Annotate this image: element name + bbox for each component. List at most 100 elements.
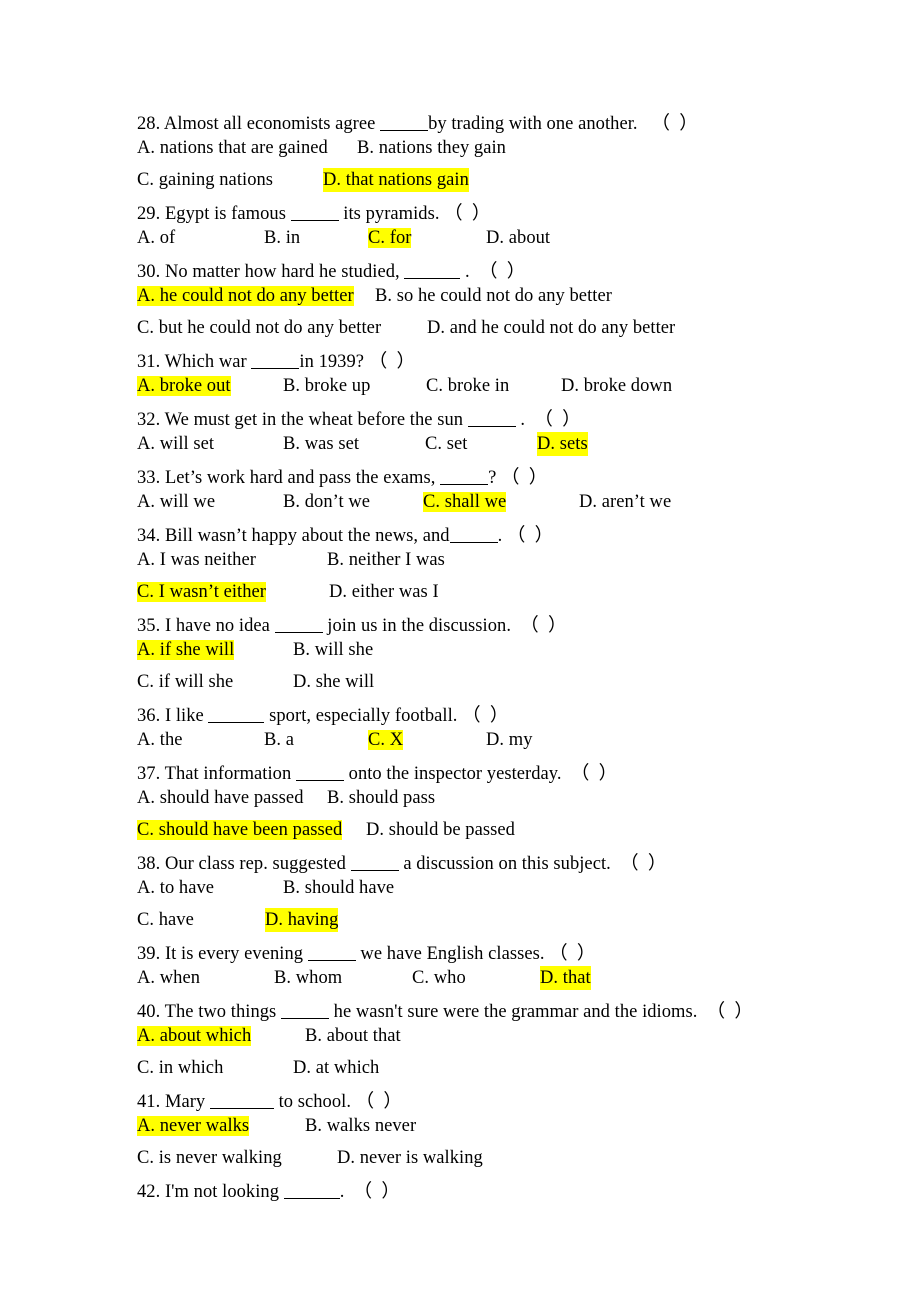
question-stem-text: 33. Let’s work hard and pass the exams,	[137, 468, 441, 488]
option-b[interactable]: B. about that	[305, 1024, 401, 1048]
option-c[interactable]: C. in which	[137, 1056, 293, 1080]
option-d[interactable]: D. sets	[537, 432, 588, 456]
option-c[interactable]: C. who	[412, 966, 540, 990]
document-page: 28. Almost all economists agree by tradi…	[0, 0, 920, 1302]
question-stem-text: 29. Egypt is famous	[137, 204, 291, 224]
answer-blank	[380, 116, 429, 131]
answer-blank	[283, 1184, 340, 1199]
option-a[interactable]: A. should have passed	[137, 786, 327, 810]
answer-marker: （ ）	[444, 204, 491, 224]
option-a[interactable]: A. will set	[137, 432, 283, 456]
option-row: C. have D. having	[137, 908, 920, 932]
answer-blank	[440, 470, 489, 485]
option-d[interactable]: D. aren’t we	[579, 490, 671, 514]
option-d[interactable]: D. having	[265, 908, 339, 932]
option-row: C. gaining nations D. that nations gain	[137, 168, 920, 192]
option-a[interactable]: A. broke out	[137, 376, 231, 396]
option-a[interactable]: A. will we	[137, 490, 283, 514]
question-stem-text: 28. Almost all economists agree	[137, 114, 381, 134]
option-row: A. to have B. should have	[137, 876, 920, 900]
option-b[interactable]: B. so he could not do any better	[375, 284, 612, 308]
question-stem-text: 41. Mary	[137, 1092, 210, 1112]
option-b[interactable]: B. a	[264, 728, 368, 752]
option-d[interactable]: D. at which	[293, 1056, 379, 1080]
answer-marker: （ ）	[706, 1002, 753, 1022]
option-b[interactable]: B. was set	[283, 432, 425, 456]
option-a[interactable]: A. about which	[137, 1026, 252, 1046]
option-b[interactable]: B. broke up	[283, 374, 426, 398]
option-row: A. nations that are gained B. nations the…	[137, 136, 920, 160]
option-c[interactable]: C. if will she	[137, 670, 293, 694]
question-stem-text: 38. Our class rep. suggested	[137, 854, 351, 874]
answer-blank	[251, 354, 300, 369]
option-c[interactable]: C. have	[137, 908, 265, 932]
question-stem-text-after: join us in the discussion.	[322, 616, 512, 636]
option-row: C. if will she D. she will	[137, 670, 920, 694]
question-stem-text: 39. It is every evening	[137, 944, 308, 964]
option-c[interactable]: C. I wasn’t either	[137, 582, 266, 602]
option-b[interactable]: B. should pass	[327, 786, 435, 810]
option-c[interactable]: C. for	[368, 228, 412, 248]
option-c[interactable]: C. but he could not do any better	[137, 316, 427, 340]
option-d[interactable]: D. should be passed	[366, 818, 515, 842]
option-row: A. the B. a C. X D. my	[137, 728, 920, 752]
question-stem-text-after: sport, especially football.	[264, 706, 458, 726]
option-a[interactable]: A. I was neither	[137, 548, 327, 572]
option-d[interactable]: D. she will	[293, 670, 374, 694]
option-b[interactable]: B. don’t we	[283, 490, 423, 514]
answer-blank	[307, 946, 356, 961]
option-c[interactable]: C. X	[368, 730, 404, 750]
answer-marker: （ ）	[549, 944, 596, 964]
option-d[interactable]: D. broke down	[561, 374, 672, 398]
option-d[interactable]: D. never is walking	[337, 1146, 483, 1170]
option-row: A. I was neither B. neither I was	[137, 548, 920, 572]
option-c[interactable]: C. gaining nations	[137, 168, 323, 192]
option-b[interactable]: B. nations they gain	[357, 136, 506, 160]
option-a[interactable]: A. nations that are gained	[137, 136, 357, 160]
option-b[interactable]: B. walks never	[305, 1114, 416, 1138]
option-row: A. never walks B. walks never	[137, 1114, 920, 1138]
option-d[interactable]: D. that	[540, 966, 591, 990]
option-b[interactable]: B. will she	[293, 638, 373, 662]
option-c[interactable]: C. broke in	[426, 374, 561, 398]
question-stem-text: 36. I like	[137, 706, 209, 726]
question-stem: 29. Egypt is famous its pyramids. （ ）	[137, 202, 920, 226]
question-block-35: 35. I have no idea join us in the discus…	[137, 614, 920, 694]
option-a[interactable]: A. of	[137, 226, 264, 250]
answer-blank	[467, 412, 516, 427]
question-block-28: 28. Almost all economists agree by tradi…	[137, 112, 920, 192]
option-d[interactable]: D. either was I	[329, 580, 439, 604]
option-b[interactable]: B. neither I was	[327, 548, 445, 572]
option-c[interactable]: C. shall we	[423, 492, 507, 512]
option-d[interactable]: D. about	[486, 226, 550, 250]
question-stem: 42. I'm not looking . （ ）	[137, 1180, 920, 1204]
question-stem-text: 31. Which war	[137, 352, 252, 372]
option-a[interactable]: A. if she will	[137, 640, 235, 660]
option-c[interactable]: C. set	[425, 432, 537, 456]
option-a[interactable]: A. when	[137, 966, 274, 990]
option-a[interactable]: A. the	[137, 728, 264, 752]
option-d[interactable]: D. that nations gain	[323, 168, 469, 192]
question-stem: 34. Bill wasn’t happy about the news, an…	[137, 524, 920, 548]
option-b[interactable]: B. in	[264, 226, 368, 250]
option-a[interactable]: A. never walks	[137, 1116, 250, 1136]
question-stem: 38. Our class rep. suggested a discussio…	[137, 852, 920, 876]
question-stem-text: 32. We must get in the wheat before the …	[137, 410, 468, 430]
option-d[interactable]: D. my	[486, 728, 533, 752]
answer-marker: （ ）	[462, 706, 509, 726]
answer-blank	[208, 708, 265, 723]
option-c[interactable]: C. should have been passed	[137, 820, 343, 840]
option-c[interactable]: C. is never walking	[137, 1146, 337, 1170]
question-stem: 31. Which war in 1939? （ ）	[137, 350, 920, 374]
option-b[interactable]: B. should have	[283, 876, 394, 900]
question-block-40: 40. The two things he wasn't sure were t…	[137, 1000, 920, 1080]
option-a[interactable]: A. to have	[137, 876, 283, 900]
option-b[interactable]: B. whom	[274, 966, 412, 990]
question-block-30: 30. No matter how hard he studied, . （ ）…	[137, 260, 920, 340]
option-row: A. will we B. don’t we C. shall we D. aren’…	[137, 490, 920, 514]
option-d[interactable]: D. and he could not do any better	[427, 316, 675, 340]
question-stem-text-after: by trading with one another.	[428, 114, 638, 134]
question-stem: 37. That information onto the inspector …	[137, 762, 920, 786]
question-block-38: 38. Our class rep. suggested a discussio…	[137, 852, 920, 932]
option-a[interactable]: A. he could not do any better	[137, 286, 354, 306]
